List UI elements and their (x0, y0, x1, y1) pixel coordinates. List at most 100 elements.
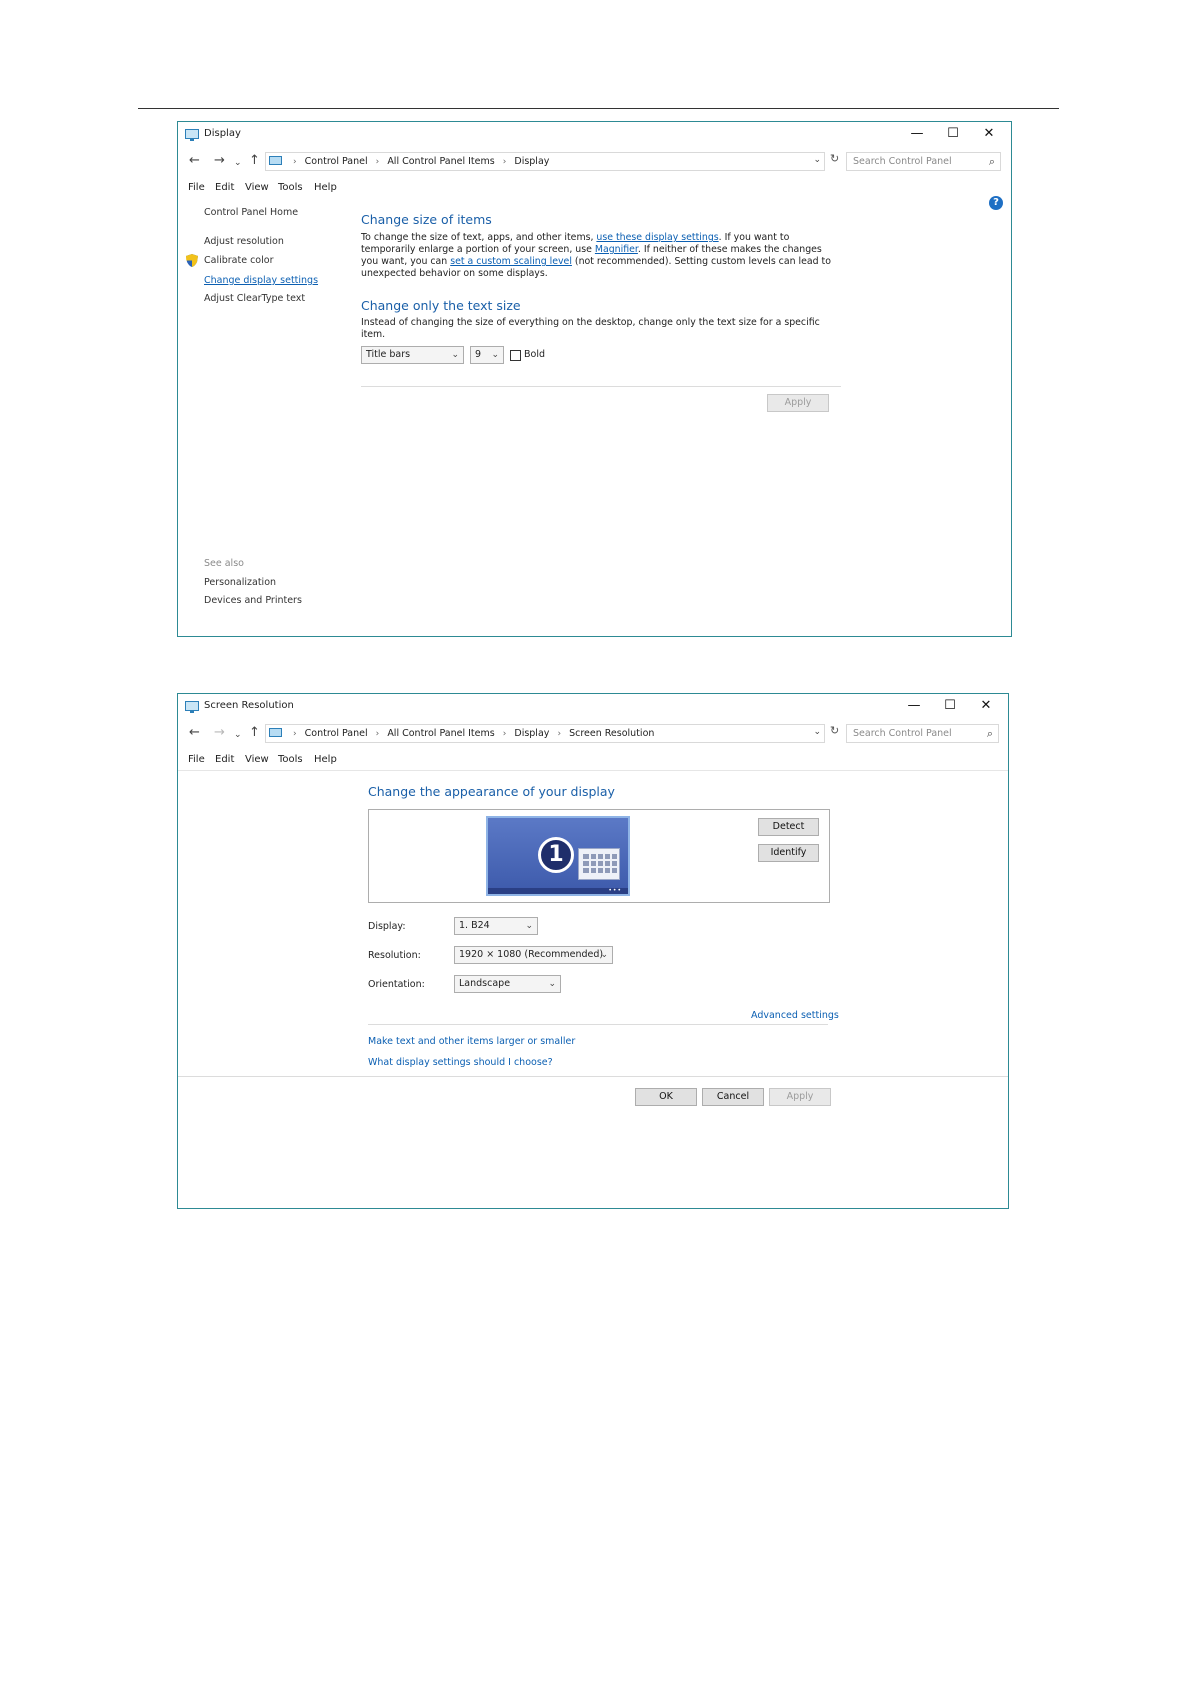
settings-divider (368, 1024, 828, 1025)
forward-arrow-icon: → (214, 725, 225, 740)
up-arrow-icon[interactable]: ↑ (249, 725, 260, 741)
window-title: Screen Resolution (204, 700, 294, 711)
bold-checkbox[interactable] (510, 350, 521, 361)
font-size-select[interactable]: 9 ⌄ (470, 346, 504, 364)
close-button[interactable]: ✕ (968, 696, 1004, 716)
breadcrumb-all-items[interactable]: All Control Panel Items (387, 728, 494, 739)
address-bar[interactable]: › Control Panel › All Control Panel Item… (265, 152, 825, 171)
menu-help[interactable]: Help (314, 182, 337, 193)
search-input[interactable]: Search Control Panel ⌕ (846, 152, 1001, 171)
forward-arrow-icon[interactable]: → (214, 153, 225, 169)
menu-tools[interactable]: Tools (278, 182, 303, 193)
address-dropdown-chevron-icon[interactable]: ⌄ (813, 727, 821, 737)
more-dots-icon: ••• (608, 887, 622, 894)
back-arrow-icon[interactable]: ← (189, 153, 200, 169)
address-dropdown-chevron-icon[interactable]: ⌄ (813, 155, 821, 165)
refresh-icon[interactable]: ↻ (830, 152, 839, 165)
search-icon[interactable]: ⌕ (989, 155, 995, 169)
text-size-link[interactable]: Make text and other items larger or smal… (368, 1036, 575, 1047)
menu-view[interactable]: View (245, 754, 269, 765)
up-arrow-icon[interactable]: ↑ (249, 153, 260, 169)
breadcrumb-control-panel[interactable]: Control Panel (305, 728, 368, 739)
cancel-button[interactable]: Cancel (702, 1088, 764, 1106)
display-label: Display: (368, 921, 406, 932)
display-app-icon (185, 129, 199, 141)
appearance-heading: Change the appearance of your display (368, 784, 615, 799)
menu-bar: File Edit View Tools Help (178, 750, 1008, 770)
see-also-heading: See also (204, 558, 244, 569)
breadcrumb-display[interactable]: Display (514, 156, 549, 167)
minimize-button[interactable]: — (899, 124, 935, 144)
change-size-heading: Change size of items (361, 212, 492, 227)
chevron-down-icon: ⌄ (548, 979, 556, 989)
page-top-rule (138, 108, 1059, 109)
ok-button[interactable]: OK (635, 1088, 697, 1106)
minimize-button[interactable]: — (896, 696, 932, 716)
refresh-icon[interactable]: ↻ (830, 724, 839, 737)
text-size-description: Instead of changing the size of everythi… (361, 317, 820, 340)
breadcrumb: › Control Panel › All Control Panel Item… (293, 156, 550, 167)
see-also-devices-printers[interactable]: Devices and Printers (204, 595, 302, 606)
maximize-button[interactable]: ☐ (935, 124, 971, 144)
display-settings-link[interactable]: use these display settings (596, 232, 718, 243)
menu-file[interactable]: File (188, 754, 205, 765)
back-arrow-icon[interactable]: ← (189, 725, 200, 741)
chevron-down-icon: ⌄ (451, 350, 459, 360)
screen-resolution-window: Screen Resolution — ☐ ✕ ← → ⌄ ↑ › Contro… (177, 693, 1009, 1209)
recent-locations-chevron-icon[interactable]: ⌄ (234, 155, 242, 171)
search-placeholder: Search Control Panel (853, 156, 952, 167)
display-select[interactable]: 1. B24 ⌄ (454, 917, 538, 935)
search-input[interactable]: Search Control Panel ⌕ (846, 724, 999, 743)
apply-button[interactable]: Apply (769, 1088, 831, 1106)
breadcrumb: › Control Panel › All Control Panel Item… (293, 728, 655, 739)
breadcrumb-screen-resolution[interactable]: Screen Resolution (569, 728, 654, 739)
title-bar[interactable]: Screen Resolution — ☐ ✕ (178, 694, 1008, 720)
chevron-down-icon: ⌄ (491, 350, 499, 360)
menu-edit[interactable]: Edit (215, 182, 234, 193)
text-size-heading: Change only the text size (361, 298, 521, 313)
display-preview-area: 1 ••• Detect Identify (368, 809, 830, 903)
breadcrumb-display[interactable]: Display (514, 728, 549, 739)
text-item-select[interactable]: Title bars ⌄ (361, 346, 464, 364)
custom-scaling-link[interactable]: set a custom scaling level (450, 256, 572, 267)
see-also-personalization[interactable]: Personalization (204, 577, 276, 588)
sidebar-item-adjust-cleartype[interactable]: Adjust ClearType text (204, 293, 305, 304)
menu-view[interactable]: View (245, 182, 269, 193)
recent-locations-chevron-icon[interactable]: ⌄ (234, 727, 242, 743)
detect-button[interactable]: Detect (758, 818, 819, 836)
sidebar-item-change-display-settings[interactable]: Change display settings (204, 275, 318, 286)
section-divider (361, 386, 841, 387)
resolution-select[interactable]: 1920 × 1080 (Recommended) ⌄ (454, 946, 613, 964)
window-title: Display (204, 128, 241, 139)
help-icon[interactable]: ? (989, 196, 1003, 210)
close-button[interactable]: ✕ (971, 124, 1007, 144)
menu-help[interactable]: Help (314, 754, 337, 765)
breadcrumb-control-panel[interactable]: Control Panel (305, 156, 368, 167)
monitor-1-thumbnail[interactable]: 1 ••• (486, 816, 630, 896)
menu-bar: File Edit View Tools Help (178, 178, 1011, 198)
address-row: ← → ⌄ ↑ › Control Panel › All Control Pa… (178, 721, 1008, 749)
chevron-down-icon: ⌄ (600, 950, 608, 960)
advanced-settings-link[interactable]: Advanced settings (751, 1010, 839, 1021)
menu-file[interactable]: File (188, 182, 205, 193)
display-help-link[interactable]: What display settings should I choose? (368, 1057, 553, 1068)
menu-edit[interactable]: Edit (215, 754, 234, 765)
sidebar-item-adjust-resolution[interactable]: Adjust resolution (204, 236, 284, 247)
computer-icon (269, 156, 282, 165)
orientation-label: Orientation: (368, 979, 425, 990)
magnifier-link[interactable]: Magnifier (595, 244, 638, 255)
apply-button[interactable]: Apply (767, 394, 829, 412)
identify-button[interactable]: Identify (758, 844, 819, 862)
computer-icon (269, 728, 282, 737)
menu-divider (178, 770, 1008, 771)
orientation-select[interactable]: Landscape ⌄ (454, 975, 561, 993)
sidebar-control-panel-home[interactable]: Control Panel Home (204, 207, 298, 218)
change-size-description: To change the size of text, apps, and ot… (361, 232, 831, 279)
menu-tools[interactable]: Tools (278, 754, 303, 765)
address-bar[interactable]: › Control Panel › All Control Panel Item… (265, 724, 825, 743)
breadcrumb-all-items[interactable]: All Control Panel Items (387, 156, 494, 167)
maximize-button[interactable]: ☐ (932, 696, 968, 716)
search-icon[interactable]: ⌕ (987, 727, 993, 741)
sidebar-item-calibrate-color[interactable]: Calibrate color (204, 255, 273, 266)
title-bar[interactable]: Display — ☐ ✕ (178, 122, 1011, 148)
